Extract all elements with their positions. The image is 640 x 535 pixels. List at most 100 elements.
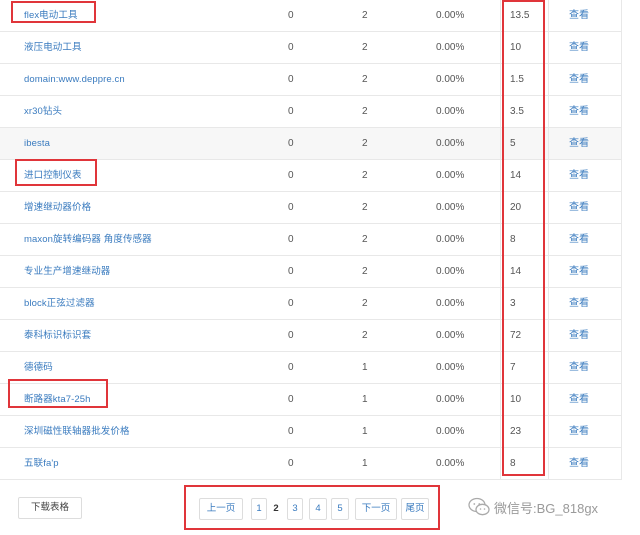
col-b-value: 2	[362, 202, 368, 213]
column-divider	[500, 0, 501, 480]
keyword-link[interactable]: 断路器kta7-25h	[24, 384, 91, 415]
table-row: block正弦过滤器 0 2 0.00% 3 查看	[0, 288, 622, 320]
num-value: 23	[510, 426, 522, 437]
view-link[interactable]: 查看	[569, 64, 589, 95]
table-row: flex电动工具 0 2 0.00% 13.5 查看	[0, 0, 622, 32]
keyword-link[interactable]: xr30钻头	[24, 96, 62, 127]
page-button-4[interactable]: 4	[309, 498, 327, 520]
page-button-3[interactable]: 3	[287, 498, 303, 520]
export-table-button[interactable]: 下载表格	[18, 497, 82, 519]
col-b-value: 1	[362, 362, 368, 373]
num-value: 3.5	[510, 106, 524, 117]
view-link[interactable]: 查看	[569, 32, 589, 63]
col-a-value: 0	[288, 10, 294, 21]
keyword-link[interactable]: domain:www.deppre.cn	[24, 64, 125, 95]
col-b-value: 2	[362, 170, 368, 181]
rate-value: 0.00%	[436, 426, 465, 437]
rate-value: 0.00%	[436, 138, 465, 149]
view-link[interactable]: 查看	[569, 160, 589, 191]
view-link[interactable]: 查看	[569, 96, 589, 127]
wechat-watermark: 微信号:BG_818gx	[468, 495, 598, 519]
col-a-value: 0	[288, 362, 294, 373]
rate-value: 0.00%	[436, 170, 465, 181]
col-b-value: 1	[362, 458, 368, 469]
keyword-link[interactable]: 液压电动工具	[24, 32, 82, 63]
view-link[interactable]: 查看	[569, 352, 589, 383]
table-row: domain:www.deppre.cn 0 2 0.00% 1.5 查看	[0, 64, 622, 96]
table-row: 进口控制仪表 0 2 0.00% 14 查看	[0, 160, 622, 192]
num-value: 8	[510, 234, 516, 245]
col-a-value: 0	[288, 74, 294, 85]
view-link[interactable]: 查看	[569, 288, 589, 319]
view-link[interactable]: 查看	[569, 416, 589, 447]
col-a-value: 0	[288, 202, 294, 213]
next-page-button[interactable]: 下一页	[355, 498, 397, 520]
page-button-5[interactable]: 5	[331, 498, 349, 520]
col-b-value: 2	[362, 330, 368, 341]
table-row: 深圳磁性联轴器批发价格 0 1 0.00% 23 查看	[0, 416, 622, 448]
keyword-link[interactable]: 增速继动器价格	[24, 192, 91, 223]
rate-value: 0.00%	[436, 202, 465, 213]
view-link[interactable]: 查看	[569, 0, 589, 31]
rate-value: 0.00%	[436, 394, 465, 405]
col-b-value: 2	[362, 10, 368, 21]
rate-value: 0.00%	[436, 234, 465, 245]
keyword-link[interactable]: 专业生产增速继动器	[24, 256, 110, 287]
col-a-value: 0	[288, 266, 294, 277]
view-link[interactable]: 查看	[569, 224, 589, 255]
num-value: 3	[510, 298, 516, 309]
col-b-value: 2	[362, 42, 368, 53]
col-a-value: 0	[288, 138, 294, 149]
col-b-value: 1	[362, 394, 368, 405]
column-divider	[548, 0, 549, 480]
keyword-link[interactable]: 深圳磁性联轴器批发价格	[24, 416, 130, 447]
view-link[interactable]: 查看	[569, 192, 589, 223]
keyword-link[interactable]: 进口控制仪表	[24, 160, 82, 191]
col-a-value: 0	[288, 106, 294, 117]
num-value: 10	[510, 42, 522, 53]
col-b-value: 1	[362, 426, 368, 437]
table-row: 液压电动工具 0 2 0.00% 10 查看	[0, 32, 622, 64]
col-a-value: 0	[288, 426, 294, 437]
keyword-link[interactable]: 五联fa'p	[24, 448, 59, 479]
keyword-link[interactable]: ibesta	[24, 128, 50, 159]
view-link[interactable]: 查看	[569, 448, 589, 479]
num-value: 13.5	[510, 10, 530, 21]
rate-value: 0.00%	[436, 362, 465, 373]
rate-value: 0.00%	[436, 266, 465, 277]
keyword-link[interactable]: block正弦过滤器	[24, 288, 95, 319]
table-row: 五联fa'p 0 1 0.00% 8 查看	[0, 448, 622, 480]
table-row: 泰科标识标识套 0 2 0.00% 72 查看	[0, 320, 622, 352]
keyword-link[interactable]: maxon旋转编码器 角度传感器	[24, 224, 152, 255]
col-a-value: 0	[288, 394, 294, 405]
view-link[interactable]: 查看	[569, 256, 589, 287]
rate-value: 0.00%	[436, 10, 465, 21]
table-row: xr30钻头 0 2 0.00% 3.5 查看	[0, 96, 622, 128]
table-row: 增速继动器价格 0 2 0.00% 20 查看	[0, 192, 622, 224]
prev-page-button[interactable]: 上一页	[199, 498, 243, 520]
num-value: 20	[510, 202, 522, 213]
view-link[interactable]: 查看	[569, 320, 589, 351]
rate-value: 0.00%	[436, 42, 465, 53]
col-b-value: 2	[362, 234, 368, 245]
view-link[interactable]: 查看	[569, 384, 589, 415]
col-a-value: 0	[288, 330, 294, 341]
last-page-button[interactable]: 尾页	[401, 498, 429, 520]
view-link[interactable]: 查看	[569, 128, 589, 159]
col-a-value: 0	[288, 234, 294, 245]
col-b-value: 2	[362, 266, 368, 277]
num-value: 1.5	[510, 74, 524, 85]
rate-value: 0.00%	[436, 74, 465, 85]
keyword-link[interactable]: 德德码	[24, 352, 53, 383]
num-value: 10	[510, 394, 522, 405]
table-row: maxon旋转编码器 角度传感器 0 2 0.00% 8 查看	[0, 224, 622, 256]
keyword-link[interactable]: 泰科标识标识套	[24, 320, 91, 351]
rate-value: 0.00%	[436, 458, 465, 469]
table-row: 断路器kta7-25h 0 1 0.00% 10 查看	[0, 384, 622, 416]
page-button-1[interactable]: 1	[251, 498, 267, 520]
col-a-value: 0	[288, 298, 294, 309]
keyword-link[interactable]: flex电动工具	[24, 0, 78, 31]
table-row: ibesta 0 2 0.00% 5 查看	[0, 128, 622, 160]
col-b-value: 2	[362, 138, 368, 149]
column-divider	[621, 0, 622, 480]
